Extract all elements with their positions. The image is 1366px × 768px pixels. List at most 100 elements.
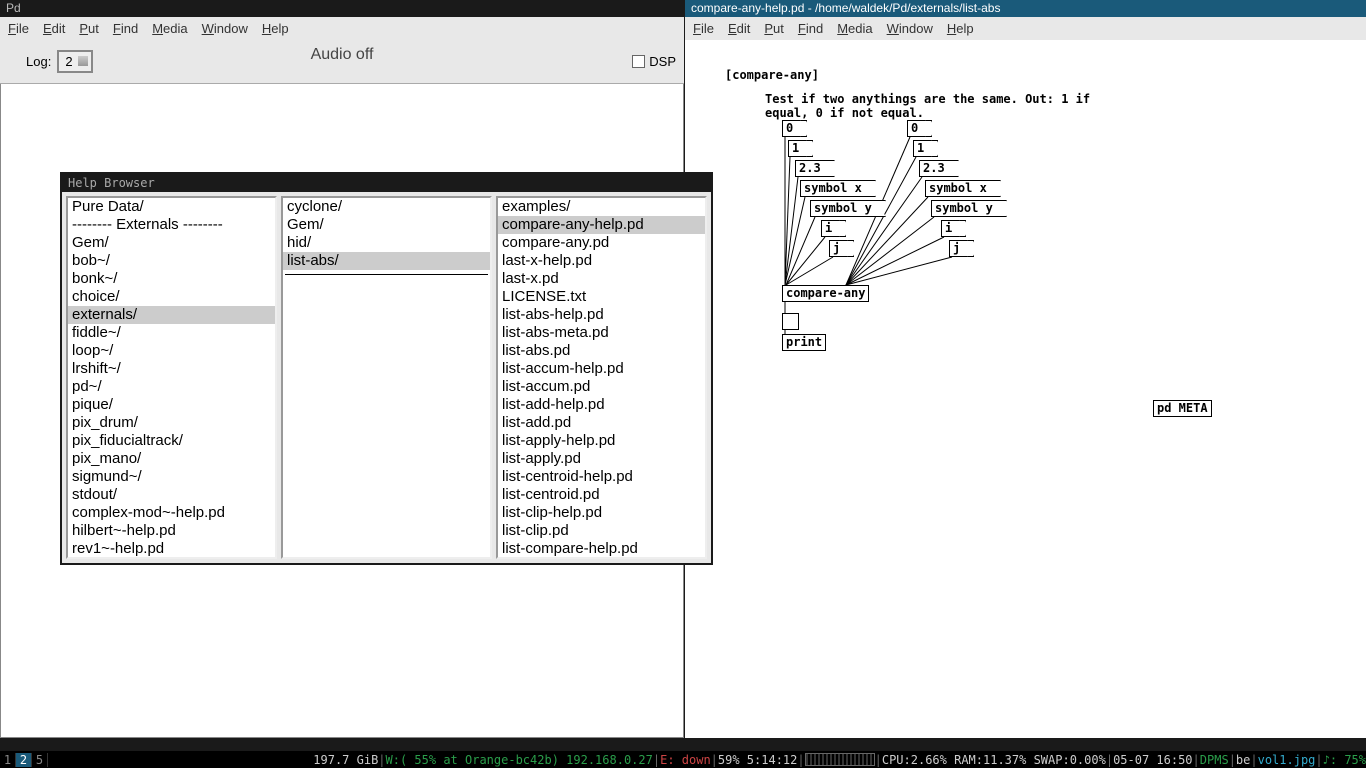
list-item[interactable]: list-abs-help.pd (498, 306, 705, 324)
list-item[interactable]: last-x-help.pd (498, 252, 705, 270)
workspace-1[interactable]: 1 (0, 753, 16, 767)
msg-box[interactable]: symbol y (810, 200, 882, 217)
msg-box[interactable]: symbol x (800, 180, 872, 197)
print-object[interactable]: print (782, 334, 826, 351)
keyboard-layout: be (1236, 753, 1250, 767)
list-item[interactable]: list-centroid-help.pd (498, 468, 705, 486)
msg-box[interactable]: 0 (782, 120, 803, 137)
list-item[interactable]: Gem/ (68, 234, 275, 252)
list-item[interactable]: externals/ (68, 306, 275, 324)
help-browser-col2[interactable]: cyclone/Gem/hid/list-abs/ (281, 196, 492, 559)
menu-edit[interactable]: Edit (728, 21, 750, 36)
help-browser-col1[interactable]: Pure Data/-------- Externals --------Gem… (66, 196, 277, 559)
list-item[interactable]: pix_drum/ (68, 414, 275, 432)
menu-media[interactable]: Media (837, 21, 872, 36)
eth-label: E: (660, 753, 674, 767)
patch-titlebar[interactable]: compare-any-help.pd - /home/waldek/Pd/ex… (685, 0, 1366, 17)
list-item[interactable]: bob~/ (68, 252, 275, 270)
list-item[interactable]: last-x.pd (498, 270, 705, 288)
msg-box[interactable]: 2.3 (795, 160, 831, 177)
list-item[interactable]: pix_mano/ (68, 450, 275, 468)
list-item[interactable]: LICENSE.txt (498, 288, 705, 306)
list-item[interactable]: list-apply-help.pd (498, 432, 705, 450)
menu-find[interactable]: Find (113, 21, 138, 36)
list-item[interactable]: list-accum-help.pd (498, 360, 705, 378)
msg-box[interactable]: j (829, 240, 850, 257)
msg-box[interactable]: 1 (913, 140, 934, 157)
list-item[interactable]: examples/ (498, 198, 705, 216)
patch-menubar: File Edit Put Find Media Window Help (685, 17, 1366, 40)
msg-box[interactable]: i (941, 220, 962, 237)
menu-file[interactable]: File (693, 21, 714, 36)
list-item[interactable]: complex-mod~-help.pd (68, 504, 275, 522)
volume-indicator: vol1.jpg (1258, 753, 1316, 767)
menu-media[interactable]: Media (152, 21, 187, 36)
list-item[interactable]: list-clip.pd (498, 522, 705, 540)
list-item[interactable]: hilbert~-help.pd (68, 522, 275, 540)
patch-header-comment: [compare-any] (725, 68, 819, 82)
help-browser-titlebar[interactable]: Help Browser (62, 174, 711, 192)
list-item[interactable]: pique/ (68, 396, 275, 414)
pd-meta-subpatch[interactable]: pd META (1153, 400, 1212, 417)
list-item[interactable]: Pure Data/ (68, 198, 275, 216)
list-item[interactable]: compare-any-help.pd (498, 216, 705, 234)
list-item[interactable]: hid/ (283, 234, 490, 252)
list-item[interactable]: lrshift~/ (68, 360, 275, 378)
list-item[interactable]: list-add-help.pd (498, 396, 705, 414)
music-status: ♪: 75% (1323, 753, 1366, 767)
list-item[interactable]: sigmund~/ (68, 468, 275, 486)
cpu-ram-swap: CPU:2.66% RAM:11.37% SWAP:0.00% (882, 753, 1106, 767)
msg-box[interactable]: 0 (907, 120, 928, 137)
msg-box[interactable]: symbol y (931, 200, 1003, 217)
list-item[interactable]: list-add.pd (498, 414, 705, 432)
list-item[interactable]: Gem/ (283, 216, 490, 234)
menu-help[interactable]: Help (947, 21, 974, 36)
workspace-2[interactable]: 2 (16, 753, 32, 767)
list-item[interactable]: choice/ (68, 288, 275, 306)
list-item[interactable]: list-clip-help.pd (498, 504, 705, 522)
msg-box[interactable]: symbol x (925, 180, 997, 197)
list-item[interactable]: loop~/ (68, 342, 275, 360)
list-item[interactable]: list-compare-help.pd (498, 540, 705, 558)
list-item[interactable]: bonk~/ (68, 270, 275, 288)
menu-put[interactable]: Put (764, 21, 784, 36)
i3-statusbar: 125 197.7 GiB | W: ( 55% at Orange-bc42b… (0, 751, 1366, 768)
menu-window[interactable]: Window (887, 21, 933, 36)
list-item[interactable]: list-abs/ (283, 252, 490, 270)
list-item[interactable]: fiddle~/ (68, 324, 275, 342)
list-item[interactable]: list-centroid.pd (498, 486, 705, 504)
menu-help[interactable]: Help (262, 21, 289, 36)
workspace-5[interactable]: 5 (32, 753, 48, 767)
list-item[interactable]: pd~/ (68, 378, 275, 396)
menu-file[interactable]: File (8, 21, 29, 36)
list-item[interactable]: cyclone/ (283, 198, 490, 216)
menu-window[interactable]: Window (202, 21, 248, 36)
patch-canvas[interactable]: [compare-any] Test if two anythings are … (685, 40, 1366, 738)
msg-box[interactable]: i (821, 220, 842, 237)
list-item[interactable]: rev1~-help.pd (68, 540, 275, 558)
list-item[interactable]: list-abs-meta.pd (498, 324, 705, 342)
msg-box[interactable]: j (949, 240, 970, 257)
pd-menubar: File Edit Put Find Media Window Help (0, 17, 684, 40)
workspace-switcher[interactable]: 125 (0, 753, 48, 767)
patch-window: compare-any-help.pd - /home/waldek/Pd/ex… (685, 0, 1366, 738)
list-item[interactable]: list-abs.pd (498, 342, 705, 360)
msg-box[interactable]: 2.3 (919, 160, 955, 177)
menu-find[interactable]: Find (798, 21, 823, 36)
bang-button[interactable] (782, 313, 799, 330)
compare-any-object[interactable]: compare-any (782, 285, 869, 302)
list-item[interactable]: stdout/ (68, 486, 275, 504)
list-item[interactable]: -------- Externals -------- (68, 216, 275, 234)
list-item[interactable]: pix_fiducialtrack/ (68, 432, 275, 450)
pd-titlebar[interactable]: Pd (0, 0, 684, 17)
battery-status: 59% 5:14:12 (718, 753, 797, 767)
dsp-checkbox[interactable] (632, 55, 645, 68)
help-browser-col3[interactable]: examples/compare-any-help.pdcompare-any.… (496, 196, 707, 559)
menu-put[interactable]: Put (79, 21, 99, 36)
menu-edit[interactable]: Edit (43, 21, 65, 36)
list-item[interactable]: compare-any.pd (498, 234, 705, 252)
msg-box[interactable]: 1 (788, 140, 809, 157)
list-item[interactable]: list-apply.pd (498, 450, 705, 468)
log-level-spinner[interactable]: 2 (57, 50, 92, 73)
list-item[interactable]: list-accum.pd (498, 378, 705, 396)
